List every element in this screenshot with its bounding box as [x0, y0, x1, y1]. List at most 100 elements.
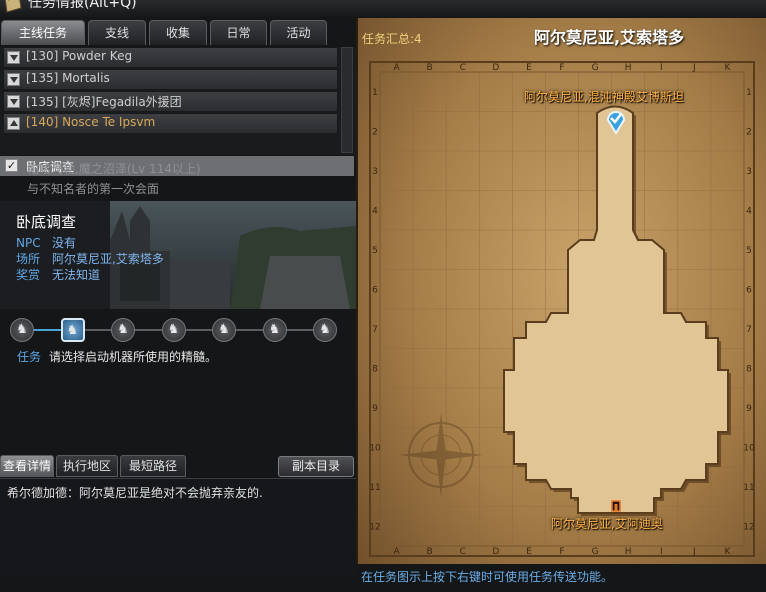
quest-summary-count: 任务汇总:4	[362, 32, 422, 46]
grid-row-label: 9	[372, 404, 378, 414]
expand-arrow-icon[interactable]	[7, 51, 20, 64]
quest-item-label: [135] Mortalis	[26, 71, 110, 85]
grid-row-label: 1	[372, 88, 378, 98]
expand-arrow-icon[interactable]	[7, 73, 20, 86]
grid-row-label: 12	[369, 522, 380, 532]
progress-step-icon[interactable]: ♞	[60, 318, 85, 342]
detail-title: 卧底调查	[16, 213, 77, 231]
grid-row-label: 2	[372, 127, 378, 137]
entrance-marker-icon[interactable]	[611, 500, 621, 512]
progress-connector	[284, 329, 313, 331]
grid-row-label: 4	[746, 206, 752, 216]
reward-key: 奖赏	[16, 268, 41, 282]
progress-step-icon[interactable]: ♞	[313, 318, 337, 342]
grid-column-label: J	[692, 63, 696, 73]
grid-row-label: 5	[372, 246, 378, 256]
quest-detail-card: 卧底调查 NPC 没有 场所 阿尔莫尼亚,艾索塔多 奖赏 无法知道	[0, 201, 356, 309]
quest-item[interactable]: [135] Mortalis	[3, 69, 338, 90]
detail-npc-row: NPC 没有	[16, 234, 76, 251]
grid-column-label: I	[660, 63, 663, 73]
reward-value: 无法知道	[52, 268, 101, 282]
progress-step-icon[interactable]: ♞	[111, 318, 135, 342]
tab-side-quest[interactable]: 支线	[88, 20, 146, 45]
tab-shortest-path[interactable]: 最短路径	[120, 455, 186, 477]
grid-row-label: 3	[746, 167, 752, 177]
grid-column-label: J	[692, 547, 696, 557]
quest-book-icon	[4, 0, 22, 13]
tab-collection[interactable]: 收集	[149, 20, 207, 45]
tab-event[interactable]: 活动	[270, 20, 327, 45]
npc-key: NPC	[16, 236, 41, 250]
quest-subtitle-line: 与不知名者的第一次会面	[27, 182, 160, 196]
grid-column-label: G	[592, 547, 599, 557]
grid-row-label: 7	[372, 325, 378, 335]
map-hint-bar: 在任务图示上按下右键时可使用任务传送功能。	[356, 564, 766, 592]
grid-row-label: 12	[743, 522, 754, 532]
grid-row-label: 9	[746, 404, 752, 414]
grid-column-label: E	[526, 63, 532, 73]
title-bar[interactable]: 任务情报(Alt+Q)	[0, 0, 766, 18]
grid-row-label: 6	[372, 285, 378, 295]
npc-value: 没有	[52, 236, 77, 250]
npc-dialogue-box: 希尔德加德：阿尔莫尼亚是绝对不会抛弃亲友的.	[0, 478, 356, 578]
grid-column-label: A	[393, 63, 400, 73]
grid-column-label: I	[660, 547, 663, 557]
tab-view-details[interactable]: 查看详情	[0, 455, 54, 477]
check-icon[interactable]: ✓	[5, 159, 18, 172]
tab-main-quest[interactable]: 主线任务	[1, 20, 85, 45]
grid-column-label: A	[393, 547, 400, 557]
collapse-arrow-icon[interactable]	[7, 117, 20, 130]
progress-step-icon[interactable]: ♞	[212, 318, 236, 342]
grid-column-label: H	[625, 547, 632, 557]
task-row: 任务 请选择启动机器所使用的精髓。	[17, 348, 217, 365]
detail-place-row: 场所 阿尔莫尼亚,艾索塔多	[16, 250, 164, 267]
place-value[interactable]: 阿尔莫尼亚,艾索塔多	[52, 252, 164, 266]
grid-row-label: 3	[372, 167, 378, 177]
grid-column-label: G	[592, 63, 599, 73]
quest-list: [130] Powder Keg [135] Mortalis [135] [灰…	[0, 47, 356, 155]
map-location-label-top[interactable]: 阿尔莫尼亚,混沌神殿艾博斯坦	[524, 88, 684, 105]
grid-column-label: F	[559, 63, 564, 73]
quest-item[interactable]: [135] [灰烬]Fegadila外援团	[3, 91, 338, 112]
quest-marker-icon[interactable]	[605, 108, 627, 134]
grid-row-label: 6	[746, 285, 752, 295]
map-panel: AABBCCDDEEFFGGHHIIJJKK112233445566778899…	[356, 18, 766, 592]
detail-reward-row: 奖赏 无法知道	[16, 266, 100, 283]
window-title: 任务情报(Alt+Q)	[28, 0, 137, 11]
grid-row-label: 10	[743, 443, 755, 453]
compass-rose-icon	[399, 413, 483, 497]
tab-execution-area[interactable]: 执行地区	[56, 455, 118, 477]
grid-row-label: 10	[369, 443, 381, 453]
grid-row-label: 11	[369, 483, 380, 493]
dungeon-floor-area	[503, 105, 729, 514]
quest-category-tabs: 主线任务 支线 收集 日常 活动	[0, 20, 356, 46]
progress-connector	[133, 329, 162, 331]
quest-item-label: [130] Powder Keg	[26, 49, 133, 63]
grid-row-label: 1	[746, 88, 752, 98]
expand-arrow-icon[interactable]	[7, 95, 20, 108]
quest-list-scrollbar[interactable]	[341, 47, 353, 153]
teleport-hint-text: 在任务图示上按下右键时可使用任务传送功能。	[361, 570, 614, 584]
quest-location-line: 帕哈玛勒,魔之沼泽(Lv 114以上)	[27, 162, 201, 176]
grid-column-label: E	[526, 547, 532, 557]
progress-step-icon[interactable]: ♞	[161, 318, 186, 342]
npc-dialogue-text: 希尔德加德：阿尔莫尼亚是绝对不会抛弃亲友的.	[7, 486, 263, 500]
grid-row-label: 5	[746, 246, 752, 256]
task-key: 任务	[17, 350, 42, 364]
dungeon-list-button[interactable]: 副本目录	[278, 456, 354, 477]
progress-connector	[234, 329, 263, 331]
progress-step-icon[interactable]: ♞	[262, 318, 287, 342]
progress-step-icon[interactable]: ♞	[10, 318, 34, 342]
tab-daily[interactable]: 日常	[210, 20, 267, 45]
grid-row-label: 4	[372, 206, 378, 216]
grid-column-label: C	[460, 547, 466, 557]
grid-row-label: 7	[746, 325, 752, 335]
grid-column-label: C	[460, 63, 466, 73]
quest-item[interactable]: [140] Nosce Te Ipsvm	[3, 113, 338, 134]
map-location-label-bottom[interactable]: 阿尔莫尼亚,艾阿迪奥	[551, 515, 663, 532]
quest-item[interactable]: [130] Powder Keg	[3, 47, 338, 68]
grid-row-label: 2	[746, 127, 752, 137]
progress-connector	[82, 329, 111, 331]
task-text: 请选择启动机器所使用的精髓。	[49, 350, 218, 364]
grid-column-label: H	[625, 63, 632, 73]
